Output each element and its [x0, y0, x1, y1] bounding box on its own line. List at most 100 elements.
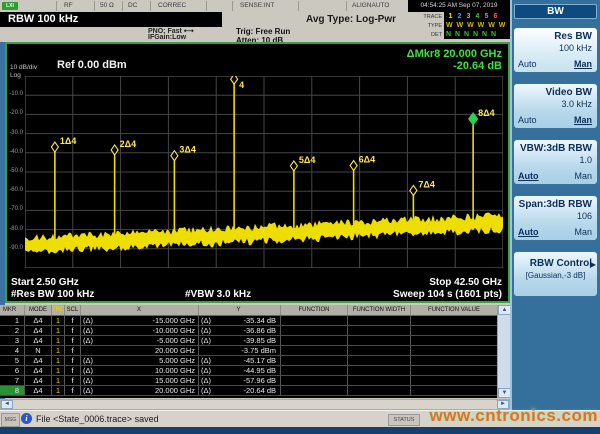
table-cell: 1 [52, 326, 65, 335]
table-cell: f [65, 336, 81, 345]
scroll-left-button[interactable]: ◄ [1, 400, 13, 409]
table-cell: 1 [52, 366, 65, 375]
softkey-span-3db-rbw[interactable]: Span:3dB RBW 106 Auto Man [513, 195, 598, 241]
y-axis-tick: -90.0 [9, 244, 23, 251]
auto-option[interactable]: Auto [518, 171, 539, 181]
status-sense: SENSE:INT [240, 2, 275, 9]
table-cell [281, 376, 348, 385]
auto-option[interactable]: Auto [518, 227, 539, 237]
table-cell [348, 356, 411, 365]
trace-number: 4 [475, 13, 480, 20]
trace-types: W W W W W W [444, 21, 510, 30]
auto-option[interactable]: Auto [518, 59, 537, 69]
man-option[interactable]: Man [574, 59, 592, 69]
man-option[interactable]: Man [574, 227, 592, 237]
avg-type-label: Avg Type: Log-Pwr [306, 14, 396, 25]
divider [94, 1, 95, 11]
auto-option[interactable]: Auto [518, 115, 537, 125]
trace-number: 2 [457, 13, 462, 20]
lxi-indicator: LXI [2, 2, 18, 10]
scroll-up-button[interactable]: ▲ [498, 305, 510, 315]
table-row: 6 Δ4 1 f (Δ) 10.000 GHz (Δ) -44.95 dB [0, 366, 510, 376]
table-cell: N [25, 346, 52, 355]
column-header: Y [199, 305, 281, 315]
table-cell: 6 [0, 366, 25, 375]
table-cell: (Δ) -45.17 dB [199, 356, 281, 365]
man-option[interactable]: Man [574, 171, 592, 181]
column-header: FUNCTION WIDTH [348, 305, 411, 315]
table-cell [281, 356, 348, 365]
table-cell: Δ4 [25, 386, 52, 395]
table-cell [411, 356, 497, 365]
status-coupling: DC [128, 2, 138, 9]
softkey-video-bw[interactable]: Video BW 3.0 kHz Auto Man [513, 83, 598, 129]
status-alignauto: ALIGNAUTO [352, 2, 390, 9]
table-cell [411, 366, 497, 375]
res-bw-label: #Res BW 100 kHz [11, 289, 95, 300]
det-label: DET [431, 31, 442, 38]
table-cell [348, 376, 411, 385]
table-cell: Δ4 [25, 376, 52, 385]
table-cell: 4 [0, 346, 25, 355]
divider [150, 1, 151, 11]
scroll-down-button[interactable]: ▼ [498, 388, 510, 398]
table-cell: 7 [0, 376, 25, 385]
table-cell [411, 316, 497, 325]
table-cell: (Δ) -36.86 dB [199, 326, 281, 335]
softkey-res-bw[interactable]: Res BW 100 kHz Auto Man [513, 27, 598, 73]
bottom-frame [0, 427, 600, 434]
divider [56, 1, 57, 11]
column-header: SCL [65, 305, 81, 315]
scale-mode-label: Log [10, 72, 21, 79]
watermark: www.cntronics.com [429, 406, 598, 425]
status-rf: RF [64, 2, 73, 9]
y-axis-tick: -70.0 [9, 206, 23, 213]
svg-text:3Δ4: 3Δ4 [179, 145, 195, 155]
table-row: 1 Δ4 1 f (Δ) -15.000 GHz (Δ) -35.34 dB [0, 316, 510, 326]
table-cell [281, 346, 348, 355]
table-cell [281, 316, 348, 325]
table-cell: 1 [52, 336, 65, 345]
softkey-rbw-control[interactable]: RBW Control ▶ [Gaussian,-3 dB] [513, 251, 598, 297]
table-cell [411, 376, 497, 385]
table-cell: f [65, 386, 81, 395]
table-cell: 1 [52, 376, 65, 385]
svg-text:5Δ4: 5Δ4 [299, 155, 315, 165]
marker-table-header: MKR MODE TRC SCL X Y FUNCTION FUNCTION WIDTH FUN… [0, 305, 510, 316]
status-correc: CORREC [158, 2, 187, 9]
trace-detectors: N N N N N N [444, 30, 510, 39]
softkey-vbw-3db-rbw[interactable]: VBW:3dB RBW 1.0 Auto Man [513, 139, 598, 185]
table-cell: (Δ) -57.96 dB [199, 376, 281, 385]
table-cell: 5 [0, 356, 25, 365]
spectrum-plot: 1Δ4 2Δ4 3Δ4 4 5Δ4 6Δ4 7Δ4 8Δ4 [25, 76, 503, 268]
trace-status-block: TRACE 1 2 3 4 5 6 TYPE W W W W W W DET N N N N N… [416, 12, 510, 39]
analyzer-screen: LXI RF 50 Ω DC CORREC SENSE:INT ALIGNAUT… [0, 0, 600, 434]
table-row: 7 Δ4 1 f (Δ) 15.000 GHz (Δ) -57.96 dB [0, 376, 510, 386]
table-cell [348, 386, 411, 395]
table-row: 8 Δ4 1 f (Δ) 20.000 GHz (Δ) -20.64 dB [0, 386, 510, 396]
table-cell [348, 366, 411, 375]
start-freq-label: Start 2.50 GHz [11, 277, 79, 288]
svg-text:8Δ4: 8Δ4 [478, 108, 494, 118]
table-cell: (Δ) 15.000 GHz [81, 376, 199, 385]
table-vertical-scrollbar[interactable]: ▲ ▼ [497, 305, 510, 398]
svg-text:2Δ4: 2Δ4 [120, 139, 136, 149]
man-option[interactable]: Man [574, 115, 592, 125]
vbw-label: #VBW 3.0 kHz [185, 289, 252, 300]
table-cell [281, 326, 348, 335]
table-cell: f [65, 376, 81, 385]
svg-text:6Δ4: 6Δ4 [359, 155, 375, 165]
table-cell [281, 386, 348, 395]
column-header: X [81, 305, 199, 315]
table-cell: (Δ) -20.64 dB [199, 386, 281, 395]
svg-text:4: 4 [239, 80, 244, 90]
column-header: MODE [25, 305, 52, 315]
y-axis-tick: -60.0 [9, 187, 23, 194]
table-cell: Δ4 [25, 326, 52, 335]
table-cell: 1 [52, 356, 65, 365]
trace-number: 1 [448, 13, 453, 20]
column-header: FUNCTION VALUE [428, 307, 480, 313]
table-cell [411, 336, 497, 345]
column-header: FUNCTION [281, 305, 348, 315]
table-cell: (Δ) 10.000 GHz [81, 366, 199, 375]
